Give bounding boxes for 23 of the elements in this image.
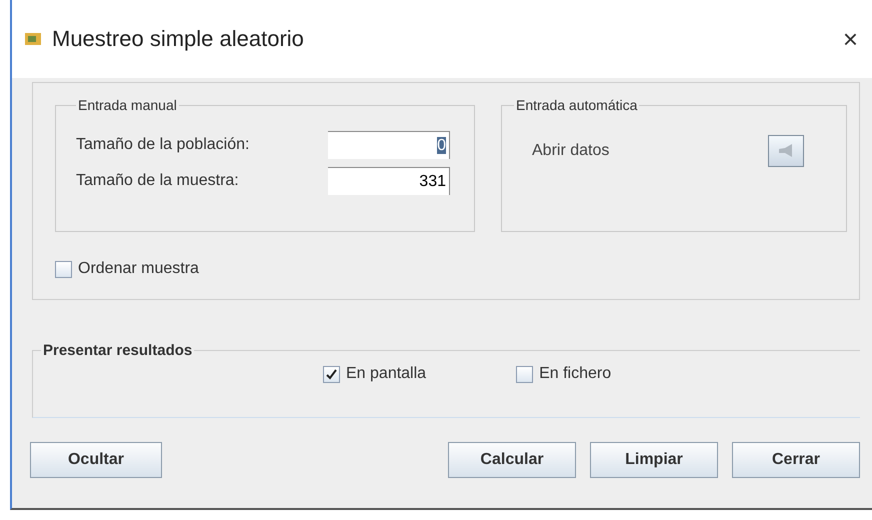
megaphone-icon <box>777 143 795 159</box>
window-title: Muestreo simple aleatorio <box>52 26 305 52</box>
checkbox-label: En fichero <box>539 365 612 383</box>
field-label: Tamaño de la población: <box>76 136 250 154</box>
open-data-label: Abrir datos <box>532 142 610 160</box>
checkbox-label: En pantalla <box>346 365 426 383</box>
group-title: Entrada manual <box>77 97 178 113</box>
action-button[interactable]: Calcular <box>448 442 576 478</box>
open-button[interactable] <box>768 135 804 167</box>
group-title: Entrada automática <box>515 97 638 113</box>
checkbox[interactable] <box>516 366 534 382</box>
app-icon <box>24 31 42 47</box>
action-button[interactable]: Limpiar <box>590 442 718 478</box>
action-button[interactable]: Ocultar <box>30 442 162 478</box>
checkbox[interactable] <box>323 366 340 382</box>
field-label: Tamaño de la muestra: <box>76 172 240 190</box>
input-field[interactable]: 0 <box>328 131 450 159</box>
input-field[interactable]: 331 <box>328 167 450 195</box>
checkbox-label: Ordenar muestra <box>78 260 199 278</box>
close-button[interactable]: × <box>842 24 858 54</box>
checkbox[interactable] <box>55 260 72 278</box>
group-title: Presentar resultados <box>42 342 194 359</box>
action-button[interactable]: Cerrar <box>732 442 860 478</box>
